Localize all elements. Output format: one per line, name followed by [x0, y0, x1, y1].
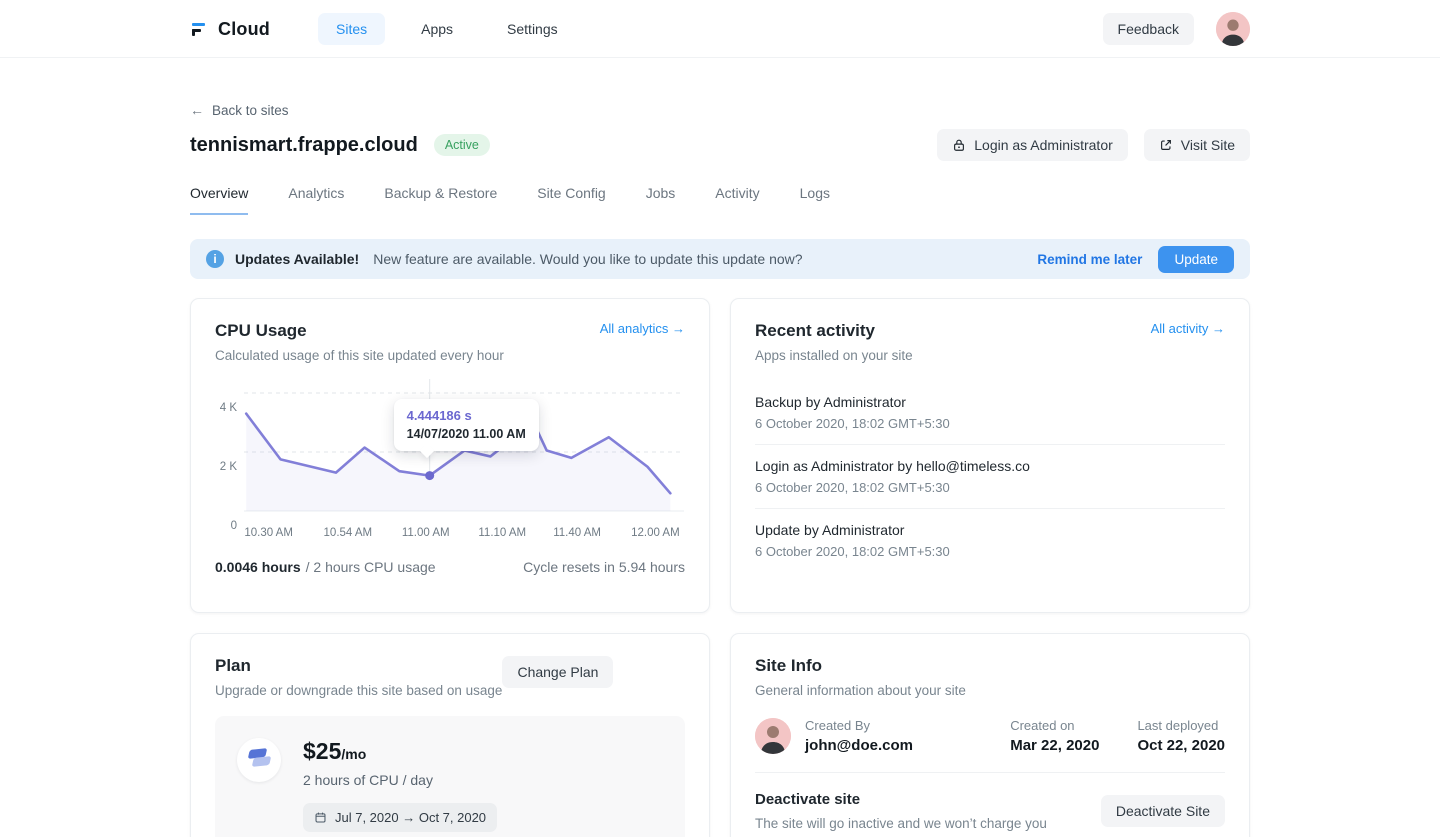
cpu-usage-value: 0.0046 hours — [215, 559, 301, 575]
deactivate-site-title: Deactivate site — [755, 791, 1047, 808]
back-to-sites-link[interactable]: ← Back to sites — [190, 102, 289, 118]
y-tick-label: 0 — [215, 520, 237, 532]
created-on-label: Created on — [1010, 718, 1099, 733]
frappe-cloud-logo[interactable]: Cloud — [190, 19, 270, 40]
activity-list: Backup by Administrator 6 October 2020, … — [755, 381, 1225, 572]
plan-price: $25 — [303, 738, 341, 765]
plan-card-subtitle: Upgrade or downgrade this site based on … — [215, 683, 502, 698]
activity-card-subtitle: Apps installed on your site — [755, 348, 913, 363]
page-title: tennismart.frappe.cloud — [190, 134, 418, 157]
banner-title: Updates Available! — [235, 251, 359, 267]
created-on-value: Mar 22, 2020 — [1010, 737, 1099, 754]
external-link-icon — [1159, 138, 1173, 152]
all-activity-link[interactable]: All activity → — [1151, 321, 1225, 336]
lock-icon — [952, 138, 966, 152]
back-link-label: Back to sites — [212, 103, 289, 118]
divider — [755, 772, 1225, 773]
creator-avatar — [755, 718, 791, 754]
list-item: Update by Administrator 6 October 2020, … — [755, 508, 1225, 572]
cycle-reset-text: Cycle resets in 5.94 hours — [523, 559, 685, 575]
list-item: Backup by Administrator 6 October 2020, … — [755, 381, 1225, 444]
frappe-logo-icon — [190, 19, 210, 39]
activity-card-title: Recent activity — [755, 321, 913, 341]
last-deployed-value: Oct 22, 2020 — [1137, 737, 1225, 754]
tab-site-config[interactable]: Site Config — [537, 185, 605, 215]
updates-banner: i Updates Available! New feature are ava… — [190, 239, 1250, 279]
plan-panel: $25 /mo 2 hours of CPU / day Jul 7, 2020… — [215, 716, 685, 837]
avatar-image — [1216, 12, 1250, 46]
back-arrow-icon: ← — [190, 102, 204, 118]
site-info-title: Site Info — [755, 656, 966, 676]
site-info-subtitle: General information about your site — [755, 683, 966, 698]
chart-x-axis: 10.30 AM 10.54 AM 11.00 AM 11.10 AM 11.40 AM… — [241, 527, 685, 543]
remind-me-later-link[interactable]: Remind me later — [1037, 252, 1142, 267]
status-badge: Active — [434, 134, 490, 156]
site-info-card: Site Info General information about your… — [730, 633, 1250, 837]
x-tick-label: 10.54 AM — [324, 527, 373, 539]
all-analytics-link[interactable]: All analytics → — [600, 321, 685, 336]
calendar-icon — [314, 811, 327, 824]
nav-item-sites[interactable]: Sites — [318, 13, 385, 45]
created-by-label: Created By — [805, 718, 913, 733]
list-item: Login as Administrator by hello@timeless… — [755, 444, 1225, 508]
deactivate-site-text: The site will go inactive and we won’t c… — [755, 816, 1047, 831]
banner-message: New feature are available. Would you lik… — [373, 251, 802, 267]
cpu-usage-limit: / 2 hours CPU usage — [306, 559, 436, 575]
tab-overview[interactable]: Overview — [190, 185, 248, 215]
cpu-card-subtitle: Calculated usage of this site updated ev… — [215, 348, 504, 363]
user-avatar[interactable] — [1216, 12, 1250, 46]
tab-jobs[interactable]: Jobs — [646, 185, 676, 215]
x-tick-label: 11.00 AM — [402, 527, 450, 539]
change-plan-button[interactable]: Change Plan — [502, 656, 613, 688]
plan-icon — [237, 738, 281, 782]
info-icon: i — [206, 250, 224, 268]
tab-backup-restore[interactable]: Backup & Restore — [384, 185, 497, 215]
tooltip-label: 14/07/2020 11.00 AM — [407, 427, 526, 441]
top-nav: Cloud Sites Apps Settings Feedback — [0, 0, 1440, 58]
x-tick-label: 12.00 AM — [631, 527, 680, 539]
cpu-card-title: CPU Usage — [215, 321, 504, 341]
update-button[interactable]: Update — [1158, 246, 1234, 273]
y-tick-label: 4 K — [215, 402, 237, 414]
feedback-button[interactable]: Feedback — [1103, 13, 1194, 45]
nav-item-apps[interactable]: Apps — [403, 13, 471, 45]
site-tabs: Overview Analytics Backup & Restore Site… — [190, 185, 1250, 215]
cpu-usage-chart[interactable]: 4 K 2 K 0 4.444186 s 14/07/2020 11.00 AM 1… — [215, 379, 685, 543]
deactivate-site-button[interactable]: Deactivate Site — [1101, 795, 1225, 827]
plan-card-title: Plan — [215, 656, 502, 676]
recent-activity-card: Recent activity Apps installed on your s… — [730, 298, 1250, 613]
plan-description: 2 hours of CPU / day — [303, 772, 497, 788]
created-by-value: john@doe.com — [805, 737, 913, 754]
nav-item-settings[interactable]: Settings — [489, 13, 576, 45]
login-as-admin-button[interactable]: Login as Administrator — [937, 129, 1128, 161]
main-nav: Sites Apps Settings — [318, 13, 576, 45]
tab-analytics[interactable]: Analytics — [288, 185, 344, 215]
visit-site-button[interactable]: Visit Site — [1144, 129, 1250, 161]
tab-logs[interactable]: Logs — [800, 185, 830, 215]
cpu-usage-card: CPU Usage Calculated usage of this site … — [190, 298, 710, 613]
y-tick-label: 2 K — [215, 461, 237, 473]
plan-card: Plan Upgrade or downgrade this site base… — [190, 633, 710, 837]
tooltip-value: 4.444186 s — [407, 408, 526, 423]
tab-activity[interactable]: Activity — [715, 185, 759, 215]
last-deployed-label: Last deployed — [1137, 718, 1225, 733]
plan-period-badge: Jul 7, 2020 → Oct 7, 2020 — [303, 803, 497, 832]
x-tick-label: 10.30 AM — [244, 527, 293, 539]
x-tick-label: 11.10 AM — [478, 527, 526, 539]
logo-text: Cloud — [218, 19, 270, 40]
x-tick-label: 11.40 AM — [553, 527, 601, 539]
chart-tooltip: 4.444186 s 14/07/2020 11.00 AM — [394, 399, 539, 451]
plan-price-suffix: /mo — [341, 746, 366, 762]
creator-avatar-image — [755, 718, 791, 754]
